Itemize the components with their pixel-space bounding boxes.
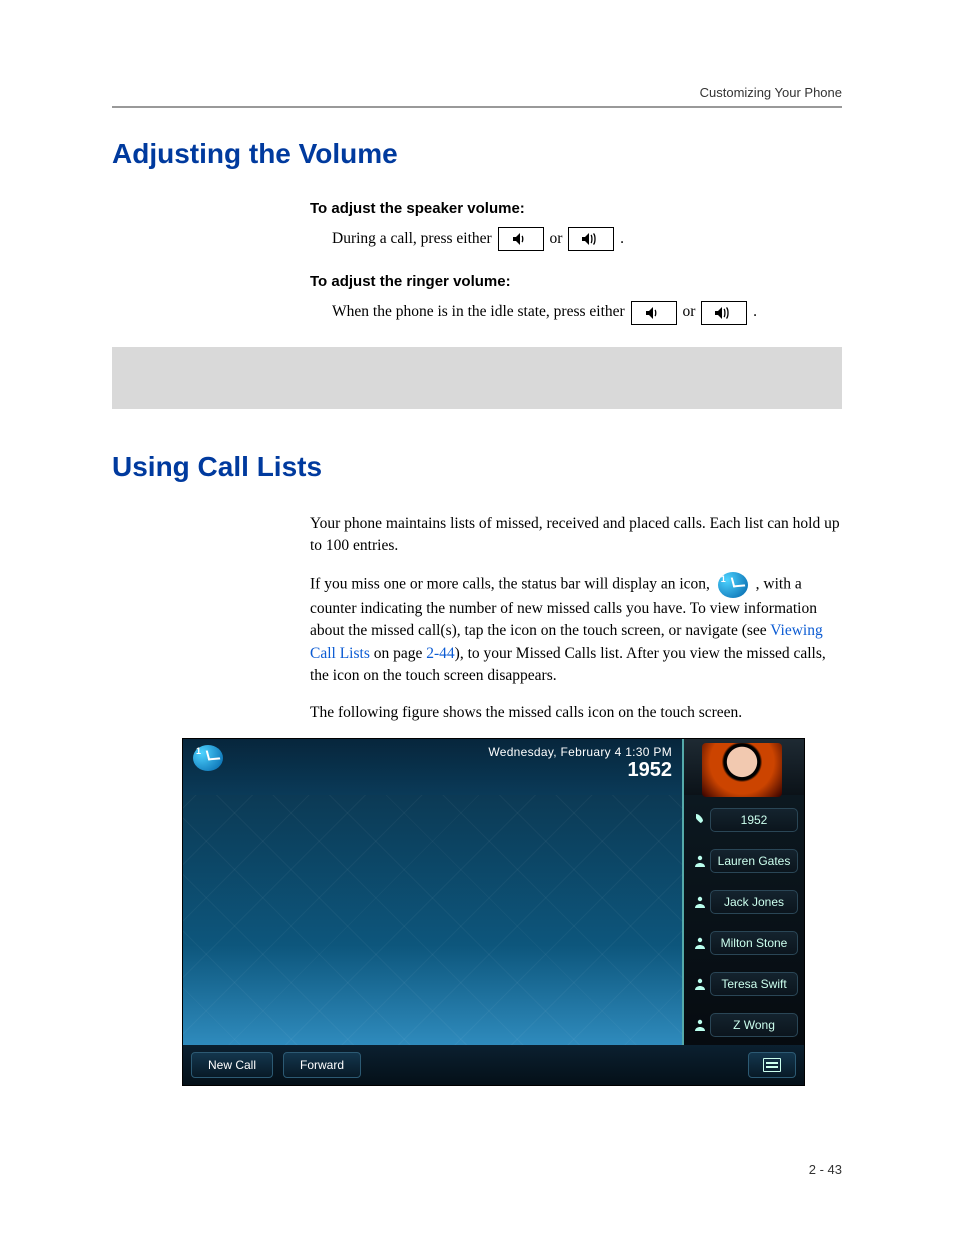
phone-avatar-panel <box>682 739 804 795</box>
volume-down-button[interactable] <box>498 227 544 251</box>
para-intro: Your phone maintains lists of missed, re… <box>310 513 842 558</box>
speaker-low-icon <box>512 232 530 246</box>
line-key-label: Lauren Gates <box>710 849 798 873</box>
phone-missed-calls-icon[interactable] <box>193 745 223 771</box>
line-ringer-volume: When the phone is in the idle state, pre… <box>332 300 842 324</box>
speaker-high-icon <box>581 232 601 246</box>
xref-page[interactable]: 2-44 <box>426 645 454 662</box>
header-rule <box>112 106 842 108</box>
line-key-label: Z Wong <box>710 1013 798 1037</box>
page-number: 2 - 43 <box>809 1162 842 1177</box>
subhead-ringer-volume: To adjust the ringer volume: <box>310 273 842 290</box>
phone-datetime: Wednesday, February 4 1:30 PM <box>488 745 672 759</box>
person-icon <box>690 854 710 868</box>
text: or <box>549 230 566 247</box>
avatar <box>702 743 782 797</box>
softkey-menu[interactable] <box>748 1052 796 1078</box>
subhead-speaker-volume: To adjust the speaker volume: <box>310 200 842 217</box>
line-key-label: Jack Jones <box>710 890 798 914</box>
line-key[interactable]: Jack Jones <box>690 884 798 919</box>
line-key-label: Teresa Swift <box>710 972 798 996</box>
person-icon <box>690 895 710 909</box>
text: or <box>682 303 699 320</box>
line-key[interactable]: 1952 <box>690 802 798 837</box>
heading-using-call-lists: Using Call Lists <box>112 451 842 483</box>
text: . <box>620 230 624 247</box>
softkey-new-call[interactable]: New Call <box>191 1052 273 1078</box>
line-key[interactable]: Lauren Gates <box>690 843 798 878</box>
text: During a call, press either <box>332 230 496 247</box>
line-key[interactable]: Teresa Swift <box>690 966 798 1001</box>
text: on page <box>370 645 426 662</box>
phone-extension: 1952 <box>488 759 672 782</box>
speaker-low-icon <box>645 306 663 320</box>
person-icon <box>690 1018 710 1032</box>
text: If you miss one or more calls, the statu… <box>310 575 714 592</box>
phone-status-bar <box>183 739 488 795</box>
line-key-label: 1952 <box>710 808 798 832</box>
line-key[interactable]: Z Wong <box>690 1007 798 1042</box>
phone-line-keys: 1952 Lauren Gates Jack Jones Milton Stone Te… <box>682 795 804 1045</box>
softkey-forward[interactable]: Forward <box>283 1052 361 1078</box>
missed-calls-icon <box>718 572 748 598</box>
volume-up-button[interactable] <box>701 301 747 325</box>
text: When the phone is in the idle state, pre… <box>332 303 629 320</box>
person-icon <box>690 977 710 991</box>
menu-icon <box>763 1058 781 1072</box>
text: . <box>753 303 757 320</box>
para-missed-icon: If you miss one or more calls, the statu… <box>310 572 842 688</box>
line-key[interactable]: Milton Stone <box>690 925 798 960</box>
handset-icon <box>690 813 710 827</box>
running-head: Customizing Your Phone <box>112 85 842 100</box>
figure-phone-screenshot: Wednesday, February 4 1:30 PM 1952 1952 L… <box>182 738 805 1086</box>
speaker-high-icon <box>714 306 734 320</box>
person-icon <box>690 936 710 950</box>
line-key-label: Milton Stone <box>710 931 798 955</box>
volume-up-button[interactable] <box>568 227 614 251</box>
phone-background <box>183 795 682 1045</box>
line-speaker-volume: During a call, press either or . <box>332 227 842 251</box>
note-placeholder <box>112 347 842 409</box>
para-figure-caption: The following figure shows the missed ca… <box>310 702 842 724</box>
volume-down-button[interactable] <box>631 301 677 325</box>
heading-adjusting-volume: Adjusting the Volume <box>112 138 842 170</box>
